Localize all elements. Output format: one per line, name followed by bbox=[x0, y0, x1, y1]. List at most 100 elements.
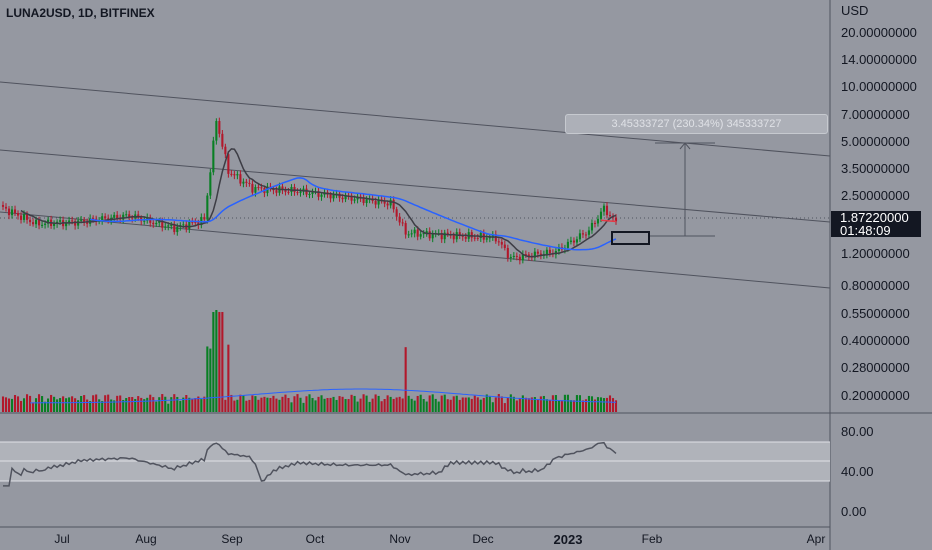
volume-bar bbox=[191, 398, 194, 412]
volume-bar bbox=[596, 397, 600, 412]
volume-bar bbox=[230, 394, 233, 412]
candle-body bbox=[155, 222, 158, 225]
candle-body bbox=[248, 182, 251, 184]
volume-bar bbox=[368, 401, 371, 412]
candle-body bbox=[428, 231, 431, 239]
volume-bar bbox=[86, 399, 89, 412]
ma-slow-line[interactable] bbox=[90, 177, 617, 251]
volume-bar bbox=[98, 399, 101, 412]
price-tick: 0.55000000 bbox=[841, 306, 910, 321]
channel-lower-line[interactable] bbox=[0, 211, 831, 289]
volume-bar bbox=[65, 398, 68, 412]
volume-bar bbox=[362, 394, 365, 412]
volume-bar bbox=[548, 400, 551, 412]
candle-body bbox=[41, 224, 44, 226]
bar-countdown: 01:48:09 bbox=[840, 223, 891, 238]
time-tick: 2023 bbox=[554, 532, 583, 547]
volume-bar bbox=[215, 310, 218, 412]
volume-bar bbox=[392, 398, 395, 412]
volume-bar bbox=[179, 401, 182, 412]
volume-bar bbox=[488, 396, 491, 412]
candle-body bbox=[299, 191, 302, 193]
candle-body bbox=[548, 249, 551, 254]
volume-bar bbox=[344, 399, 347, 412]
volume-bar bbox=[569, 400, 572, 412]
volume-bar bbox=[608, 395, 612, 412]
time-tick: Aug bbox=[135, 532, 156, 546]
rsi-axis[interactable]: 80.00 40.00 0.00 bbox=[841, 424, 874, 519]
volume-bar bbox=[19, 400, 23, 412]
candle-body bbox=[188, 221, 191, 229]
volume-bar bbox=[119, 395, 122, 412]
volume-bar bbox=[434, 398, 437, 412]
volume-bar bbox=[428, 395, 431, 412]
volume-bar bbox=[455, 395, 458, 412]
ma-fast-line[interactable] bbox=[20, 148, 617, 258]
volume-bar bbox=[224, 399, 227, 412]
volume-bar bbox=[176, 396, 179, 412]
volume-bar bbox=[275, 398, 278, 412]
candle-body bbox=[236, 174, 239, 176]
measure-label[interactable]: 3.45333727 (230.34%) 345333727 bbox=[565, 114, 828, 134]
candle-body bbox=[173, 224, 176, 233]
volume-bar bbox=[443, 394, 446, 412]
candle-body bbox=[215, 121, 218, 141]
volume-bar bbox=[13, 395, 17, 412]
volume-bar bbox=[200, 399, 203, 412]
volume-bar bbox=[416, 395, 419, 412]
price-tick: 10.00000000 bbox=[841, 79, 917, 94]
volume-bar bbox=[425, 401, 428, 412]
volume-bar bbox=[164, 396, 167, 412]
candle-body bbox=[470, 232, 473, 238]
candle-body bbox=[152, 222, 155, 225]
candle-body bbox=[212, 140, 215, 173]
volume-bar bbox=[575, 395, 578, 412]
volume-bar bbox=[479, 399, 482, 412]
candle-body bbox=[575, 239, 578, 243]
volume-bar bbox=[587, 395, 591, 412]
volume-bar bbox=[491, 402, 494, 412]
candle-body bbox=[407, 234, 410, 236]
chart-canvas[interactable]: USD 20.00000000 14.00000000 10.00000000 … bbox=[0, 0, 932, 550]
candle-body bbox=[104, 216, 107, 219]
volume-bar bbox=[281, 396, 284, 412]
candle-body bbox=[233, 174, 236, 176]
price-axis[interactable]: USD 20.00000000 14.00000000 10.00000000 … bbox=[841, 3, 917, 403]
volume-bar bbox=[320, 395, 323, 412]
candle-body bbox=[176, 226, 179, 233]
volume-bar bbox=[494, 397, 497, 412]
volume-bar bbox=[365, 395, 368, 412]
channel-middle-line[interactable] bbox=[0, 149, 831, 223]
candle-body bbox=[416, 229, 419, 237]
candle-body bbox=[353, 199, 356, 201]
rsi-tick: 0.00 bbox=[841, 504, 866, 519]
volume-bar bbox=[542, 395, 545, 412]
time-tick: Nov bbox=[389, 532, 410, 546]
candle-body bbox=[569, 240, 572, 242]
volume-bar bbox=[155, 401, 158, 412]
last-price-badge[interactable]: 1.87220000 01:48:09 bbox=[831, 211, 921, 237]
candle-body bbox=[608, 215, 612, 217]
volume-bar bbox=[293, 396, 296, 412]
volume-bar bbox=[149, 394, 152, 412]
volume-bar bbox=[161, 394, 164, 412]
candle-body bbox=[19, 215, 23, 220]
volume-bar bbox=[4, 397, 8, 412]
volume-bar bbox=[104, 395, 107, 412]
volume-bar bbox=[326, 397, 329, 412]
candle-body bbox=[320, 194, 323, 197]
volume-bar bbox=[7, 398, 11, 412]
measure-anchor-box[interactable] bbox=[611, 231, 650, 245]
candle-body bbox=[230, 173, 233, 175]
volume-bar bbox=[485, 394, 488, 412]
candle-body bbox=[206, 195, 209, 220]
volume-bar bbox=[452, 396, 455, 412]
ma-red-line[interactable] bbox=[600, 219, 617, 223]
volume-bar bbox=[167, 403, 170, 412]
price-tick: 0.80000000 bbox=[841, 278, 910, 293]
candle-body bbox=[239, 174, 242, 184]
volume-bar bbox=[140, 397, 143, 412]
time-axis[interactable]: Jul Aug Sep Oct Nov Dec 2023 Feb Apr bbox=[54, 532, 825, 547]
volume-bar bbox=[56, 399, 59, 412]
candle-body bbox=[4, 206, 8, 209]
